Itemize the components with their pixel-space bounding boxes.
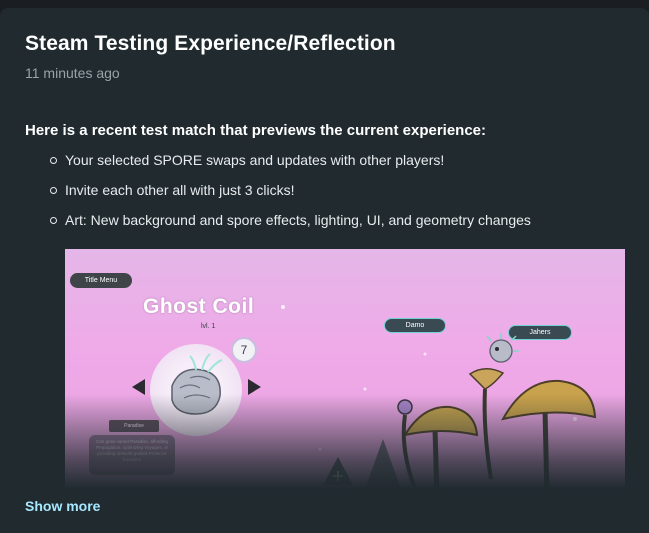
bullet-list: Your selected SPORE swaps and updates wi…	[49, 151, 531, 241]
post-intro: Here is a recent test match that preview…	[25, 122, 487, 139]
spore-description: Can grow varied Paradise, affording Prop…	[89, 435, 175, 475]
bullet-icon	[50, 217, 57, 224]
spore-level: lvl. 1	[201, 323, 216, 330]
ghost-coil-spore-icon	[171, 353, 223, 415]
bullet-icon	[50, 157, 57, 164]
count-badge: 7	[231, 337, 257, 363]
bullet-text: Your selected SPORE swaps and updates wi…	[65, 152, 445, 168]
post-timestamp: 11 minutes ago	[25, 65, 120, 81]
mushroom-scene	[365, 368, 597, 489]
bullet-text: Art: New background and spore effects, l…	[65, 212, 531, 228]
paradise-label: Paradise	[109, 420, 159, 432]
player-tag-damo: Damo	[384, 318, 446, 333]
post-title: Steam Testing Experience/Reflection	[25, 32, 396, 55]
list-item: Invite each other all with just 3 clicks…	[49, 181, 531, 211]
arrow-right-icon	[248, 379, 261, 395]
post-card: Steam Testing Experience/Reflection 11 m…	[0, 8, 649, 533]
title-menu-button: Title Menu	[70, 273, 132, 288]
list-item: Your selected SPORE swaps and updates wi…	[49, 151, 531, 181]
spore-name: Ghost Coil	[143, 295, 255, 318]
spore-preview	[150, 344, 242, 436]
list-item: Art: New background and spore effects, l…	[49, 211, 531, 241]
bullet-text: Invite each other all with just 3 clicks…	[65, 182, 295, 198]
show-more-button[interactable]: Show more	[25, 498, 100, 514]
add-plus-icon	[323, 457, 353, 485]
game-screenshot[interactable]: Title Menu Ghost Coil lvl. 1 7 Paradise …	[65, 249, 625, 489]
bullet-icon	[50, 187, 57, 194]
arrow-left-icon	[132, 379, 145, 395]
